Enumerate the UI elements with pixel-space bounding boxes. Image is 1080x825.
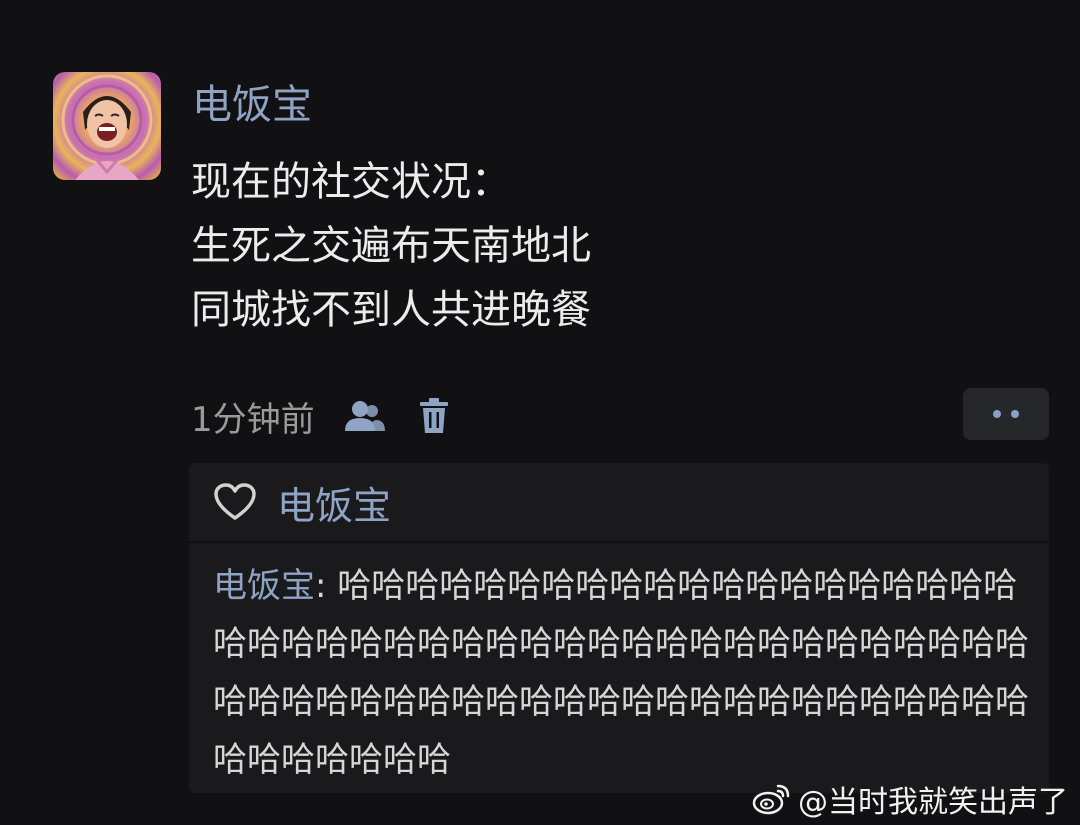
post-meta: 1分钟前 — [191, 388, 451, 444]
post-author-name[interactable]: 电饭宝 — [192, 78, 312, 132]
heart-icon — [213, 482, 257, 522]
more-dots-icon — [1011, 410, 1019, 418]
comment-item: 电饭宝: 哈哈哈哈哈哈哈哈哈哈哈哈哈哈哈哈哈哈哈哈哈哈哈哈哈哈哈哈哈哈哈哈哈哈哈… — [189, 543, 1049, 789]
post-line: 现在的社交状况： — [191, 159, 511, 205]
comment-author[interactable]: 电饭宝 — [213, 566, 315, 606]
more-dots-icon — [993, 410, 1001, 418]
watermark-text: @当时我就笑出声了 — [798, 785, 1068, 820]
post-content: 现在的社交状况： 生死之交遍布天南地北 同城找不到人共进晚餐 — [191, 150, 591, 342]
avatar[interactable] — [53, 72, 161, 180]
people-icon[interactable] — [343, 399, 387, 433]
liker-name[interactable]: 电饭宝 — [277, 475, 391, 530]
trash-icon[interactable] — [417, 398, 451, 434]
watermark: @当时我就笑出声了 — [752, 776, 1068, 822]
comment-separator: : — [315, 566, 338, 606]
weibo-icon — [752, 782, 792, 816]
likes-row: 电饭宝 — [189, 463, 1049, 543]
more-button[interactable] — [963, 388, 1049, 440]
comment-panel: 电饭宝 电饭宝: 哈哈哈哈哈哈哈哈哈哈哈哈哈哈哈哈哈哈哈哈哈哈哈哈哈哈哈哈哈哈哈… — [189, 463, 1049, 793]
post-line: 同城找不到人共进晚餐 — [191, 287, 591, 333]
post-line: 生死之交遍布天南地北 — [191, 223, 591, 269]
post-timestamp: 1分钟前 — [191, 399, 315, 440]
